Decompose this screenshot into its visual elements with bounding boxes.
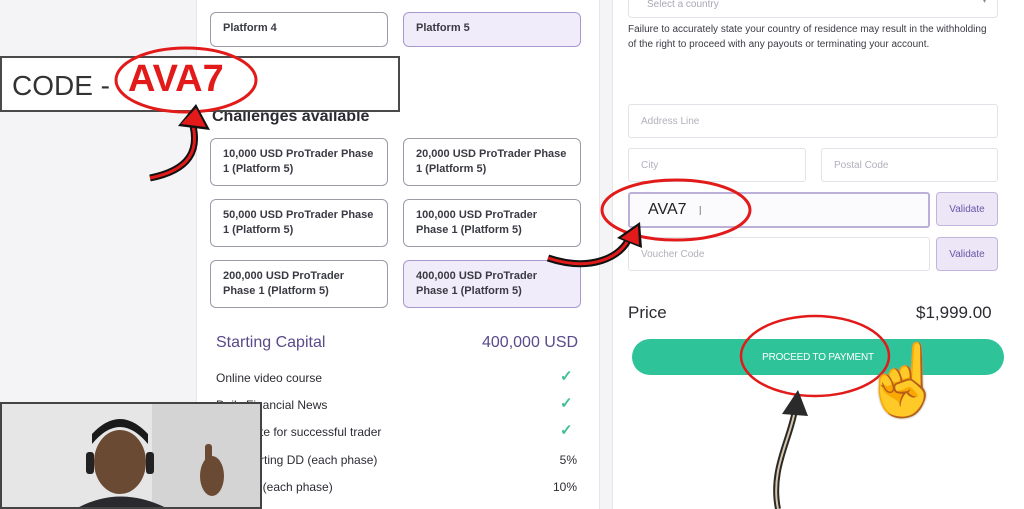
promo-highlight-circle xyxy=(114,46,258,114)
webcam-overlay xyxy=(0,402,262,509)
presenter-image xyxy=(2,404,260,507)
curved-arrow-icon xyxy=(546,234,634,268)
pointer-hand-icon: ☝ xyxy=(860,341,948,419)
code-input-highlight-circle xyxy=(600,178,752,242)
